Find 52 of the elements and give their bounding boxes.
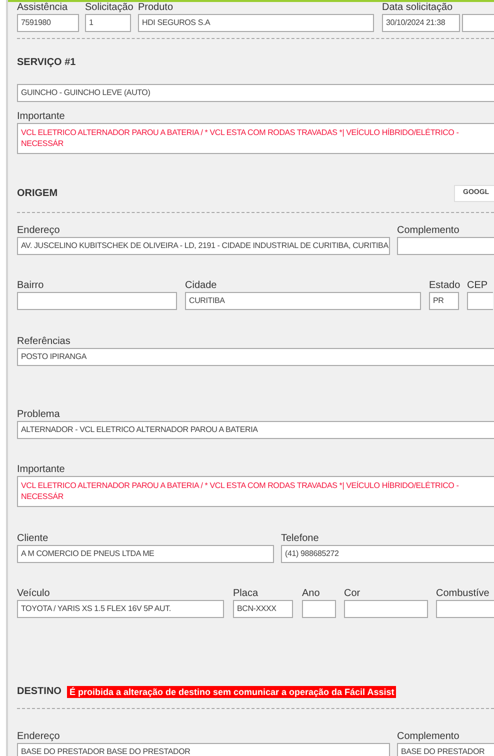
input-field[interactable] [467,292,493,310]
input-field[interactable] [17,292,177,310]
input-field[interactable]: TOYOTA / YARIS XS 1.5 FLEX 16V 5P AUT. [17,600,224,618]
field-label: Telefone [281,533,319,544]
field-label: Cliente [17,533,48,544]
field-label: Cor [344,588,360,599]
input-field[interactable]: VCL ELETRICO ALTERNADOR PAROU A BATERIA / * VCL ESTA COM RODAS TRAVADAS *| VEÍCULO HÍBRIDO/ELÉTRICO - NECESSÁR [17,123,494,154]
field-label: Importante [17,464,65,475]
field-label: Veículo [17,588,50,599]
input-field[interactable] [436,600,494,618]
field-label: Cidade [185,280,217,291]
section-title: SERVIÇO #1 [17,57,76,68]
field-label: Importante [17,111,65,122]
field-label: Estado [429,280,460,291]
input-field[interactable]: AV. JUSCELINO KUBITSCHEK DE OLIVEIRA - LD, 2191 - CIDADE INDUSTRIAL DE CURITIBA, CURITIBA [17,237,390,255]
input-field[interactable]: A M COMERCIO DE PNEUS LTDA ME [17,545,274,563]
input-field[interactable] [344,600,428,618]
input-field[interactable] [302,600,336,618]
input-field[interactable]: GUINCHO - GUINCHO LEVE (AUTO) [17,84,494,102]
input-field[interactable]: CURITIBA [185,292,421,310]
field-label: Solicitação [85,2,134,13]
field-label: Ano [302,588,320,599]
field-label: Data solicitação [382,2,453,13]
input-field[interactable]: HDI SEGUROS S.A [138,14,374,32]
input-field[interactable]: BASE DO PRESTADOR [397,743,494,756]
field-label: Referências [17,336,70,347]
field-label: Bairro [17,280,44,291]
input-field[interactable]: ALTERNADOR - VCL ELETRICO ALTERNADOR PAROU A BATERIA [17,421,494,439]
field-label: Problema [17,409,60,420]
input-field[interactable]: POSTO IPIRANGA [17,348,494,366]
input-field[interactable] [462,14,494,32]
field-label: Combustíve [436,588,490,599]
field-label: CEP [467,280,488,291]
input-field[interactable] [397,237,494,255]
input-field[interactable]: PR [429,292,459,310]
field-label: Produto [138,2,174,13]
input-field[interactable]: 1 [85,14,131,32]
input-field[interactable]: VCL ELETRICO ALTERNADOR PAROU A BATERIA / * VCL ESTA COM RODAS TRAVADAS *| VEÍCULO HÍBRIDO/ELÉTRICO - NECESSÁR [17,476,494,507]
field-label: Endereço [17,225,60,236]
field-label: Placa [233,588,258,599]
section-title: DESTINO [17,686,62,698]
input-field[interactable]: 30/10/2024 21:38 [382,14,460,32]
field-label: Assistência [17,2,68,13]
field-label: Complemento [397,731,460,742]
field-label: Endereço [17,731,60,742]
field-label: Complemento [397,225,460,236]
input-field[interactable]: BASE DO PRESTADOR BASE DO PRESTADOR [17,743,390,756]
input-field[interactable]: BCN-XXXX [233,600,293,618]
warning-banner: É proibida a alteração de destino sem comunicar a operação da Fácil Assist [67,686,396,698]
input-field[interactable]: 7591980 [17,14,79,32]
input-field[interactable]: (41) 988685272 [281,545,494,563]
section-title: ORIGEM [17,188,58,200]
